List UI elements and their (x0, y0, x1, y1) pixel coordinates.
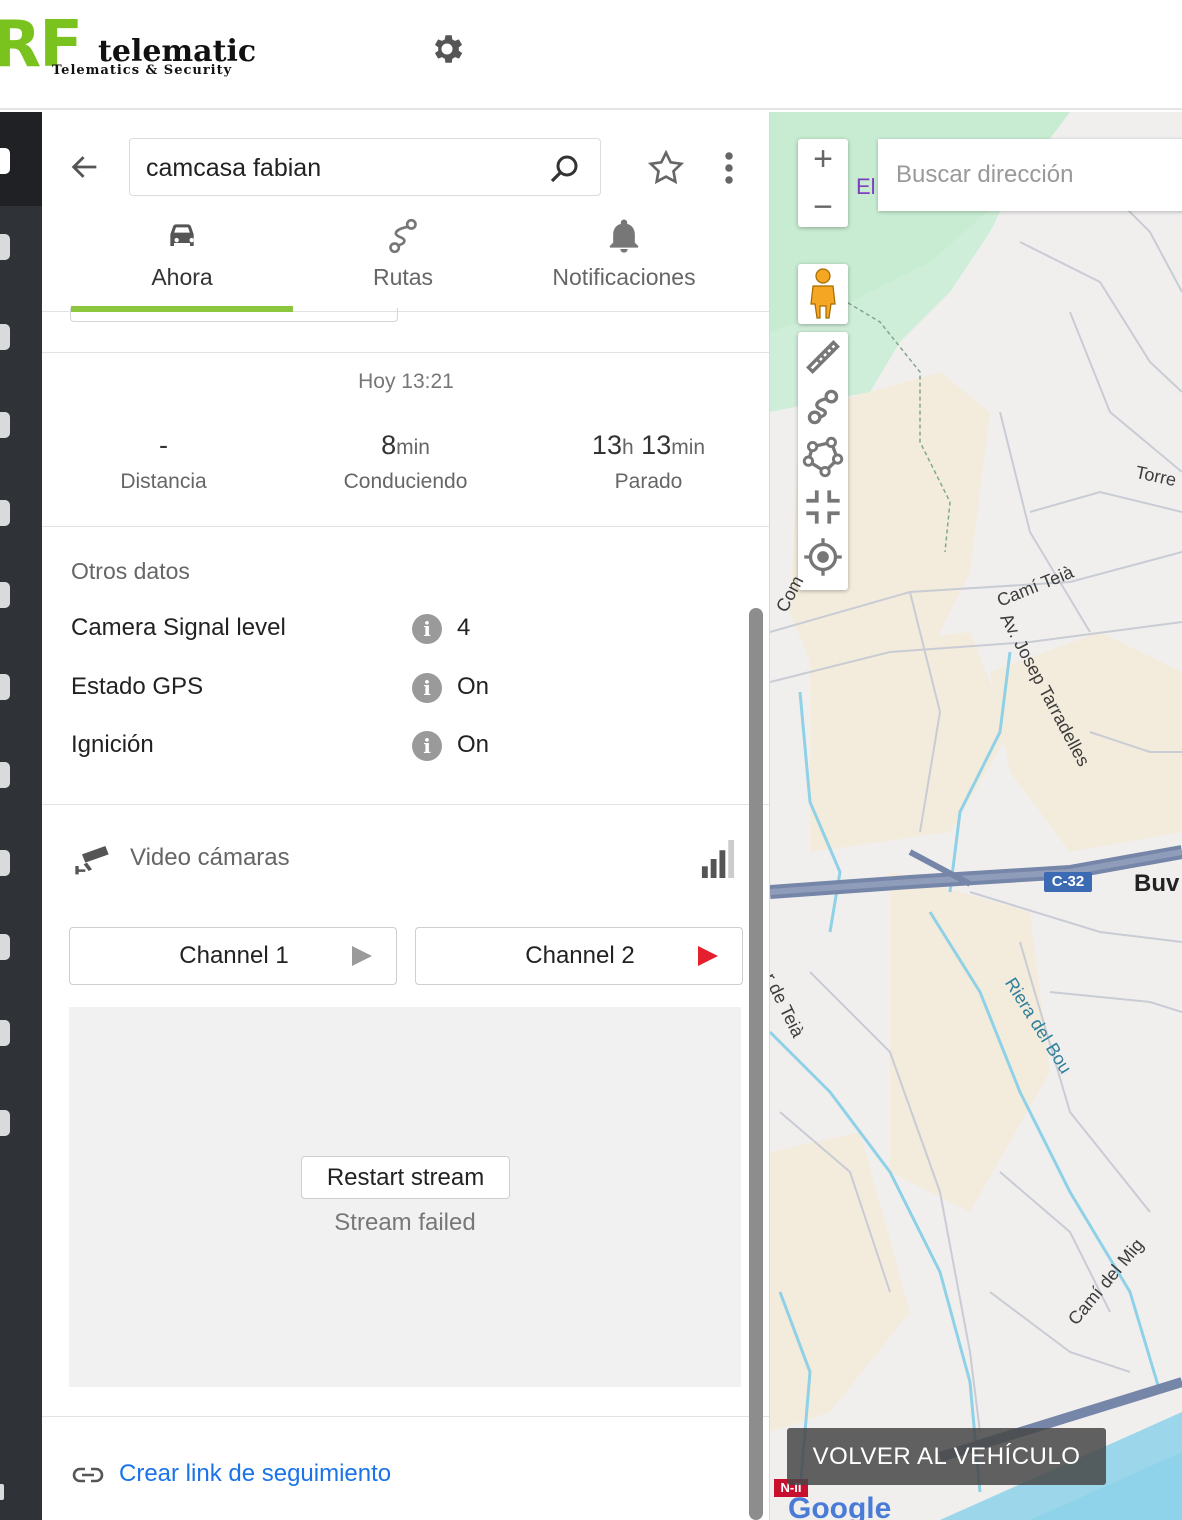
logo-subtitle: Telematics & Security (52, 63, 233, 78)
zoom-in-button[interactable]: + (798, 139, 848, 179)
divider (42, 526, 769, 527)
stat-value: - (159, 430, 168, 460)
rail-calendar-icon[interactable] (0, 850, 10, 876)
data-row-camera-signal: Camera Signal level i 4 (71, 610, 751, 650)
info-icon[interactable]: i (412, 673, 442, 703)
tab-notificaciones[interactable]: Notificaciones (513, 208, 735, 312)
collapse-icon[interactable] (798, 482, 848, 532)
video-cameras-title: Video cámaras (130, 844, 290, 871)
info-icon[interactable]: i (412, 731, 442, 761)
map-tools (798, 332, 848, 590)
panel-scrollbar[interactable] (749, 608, 763, 1520)
rail-home-icon[interactable] (0, 500, 10, 526)
street-view-control (798, 264, 848, 324)
locate-icon[interactable] (798, 532, 848, 582)
video-cameras-header: Video cámaras (72, 840, 752, 880)
vehicle-search-input[interactable] (146, 151, 526, 185)
route-icon[interactable] (798, 382, 848, 432)
video-player: Restart stream Stream failed (69, 1007, 741, 1387)
zoom-out-button[interactable]: − (798, 187, 848, 227)
rail-puzzle-icon[interactable] (0, 412, 10, 438)
channel-1-button[interactable]: Channel 1 (69, 927, 397, 985)
map-label-c32: C-32 (1044, 872, 1092, 892)
address-search (878, 139, 1182, 211)
play-icon (352, 946, 372, 966)
pegman-icon[interactable] (807, 268, 839, 320)
row-value: On (457, 731, 490, 758)
tab-rutas[interactable]: Rutas (292, 208, 514, 312)
row-value: 4 (457, 614, 471, 641)
tab-label: Notificaciones (552, 264, 696, 290)
google-logo: Google (788, 1492, 892, 1520)
left-nav-rail (0, 112, 42, 1520)
rail-video-icon[interactable] (0, 934, 10, 960)
tracking-link[interactable]: Crear link de seguimiento (72, 1458, 672, 1494)
stat-value: 8min (381, 430, 430, 460)
more-options-icon[interactable] (718, 150, 740, 186)
rail-user-icon[interactable] (0, 1110, 10, 1136)
rail-car-icon[interactable] (0, 674, 10, 700)
play-icon (698, 946, 718, 966)
car-icon (170, 224, 194, 246)
map-label-el: El (856, 174, 876, 199)
data-row-ignition: Ignición i On (71, 727, 751, 767)
map-view[interactable]: + − El Buscar dirección Torre Camí Teià … (770, 112, 1182, 1520)
divider (42, 1416, 769, 1417)
back-arrow-icon[interactable] (68, 150, 102, 184)
stream-status: Stream failed (334, 1209, 476, 1236)
zoom-control: + − (798, 139, 848, 227)
stat-label: Distancia (120, 470, 207, 493)
map-label-buv: Buv (1134, 870, 1180, 897)
vehicle-panel: Ahora Rutas Notificaciones Hoy 13:21 - D… (42, 112, 770, 1520)
rail-clock-icon[interactable] (0, 762, 10, 788)
stat-distance: - Distancia (42, 430, 285, 494)
row-label: Camera Signal level (71, 614, 286, 641)
info-icon[interactable]: i (412, 614, 442, 644)
bell-icon (609, 219, 639, 253)
stat-label: Conduciendo (343, 470, 468, 493)
channel-2-button[interactable]: Channel 2 (415, 927, 743, 985)
ruler-icon[interactable] (798, 332, 848, 382)
row-value: On (457, 673, 490, 700)
other-data-title: Otros datos (71, 558, 190, 584)
rf-telematic-logo[interactable]: RF telematic Telematics & Security (0, 8, 304, 84)
divider (42, 804, 769, 805)
rail-settings-icon[interactable] (0, 1020, 10, 1046)
stat-value: 13h 13min (591, 430, 706, 460)
row-label: Estado GPS (71, 673, 204, 700)
search-icon[interactable] (546, 151, 582, 187)
security-camera-icon (75, 846, 109, 875)
collapsed-card-edge (70, 308, 398, 322)
data-row-gps: Estado GPS i On (71, 669, 751, 709)
stat-driving: 8min Conduciendo (284, 430, 527, 494)
panel-tabs: Ahora Rutas Notificaciones (42, 208, 769, 312)
restart-stream-button[interactable]: Restart stream (301, 1156, 510, 1199)
polygon-icon[interactable] (798, 432, 848, 482)
divider (42, 352, 769, 353)
route-icon (389, 218, 417, 254)
row-label: Ignición (71, 731, 154, 758)
rail-expand-icon[interactable] (0, 1484, 4, 1500)
stat-label: Parado (614, 470, 683, 493)
channel-label: Channel 1 (179, 942, 289, 969)
rail-bag-icon[interactable] (0, 324, 10, 350)
signal-strength-icon (701, 840, 735, 878)
rail-map-icon[interactable] (0, 148, 10, 174)
tab-label: Rutas (372, 264, 434, 290)
stat-stopped: 13h 13min Parado (527, 430, 769, 494)
last-update-time: Hoy 13:21 (358, 370, 454, 393)
vehicle-search (129, 138, 601, 196)
link-icon (72, 1467, 104, 1483)
tab-label: Ahora (151, 264, 213, 290)
top-header: RF telematic Telematics & Security (0, 0, 1182, 110)
tab-ahora[interactable]: Ahora (71, 208, 293, 312)
rail-info-icon[interactable] (0, 234, 10, 260)
back-to-vehicle-button[interactable]: VOLVER AL VEHÍCULO (787, 1428, 1106, 1485)
channel-label: Channel 2 (525, 942, 635, 969)
gear-icon[interactable] (428, 30, 466, 68)
rail-chat-icon[interactable] (0, 582, 10, 608)
address-search-input[interactable] (896, 159, 1176, 191)
tracking-link-text: Crear link de seguimiento (119, 1460, 392, 1487)
star-icon[interactable] (646, 148, 686, 188)
